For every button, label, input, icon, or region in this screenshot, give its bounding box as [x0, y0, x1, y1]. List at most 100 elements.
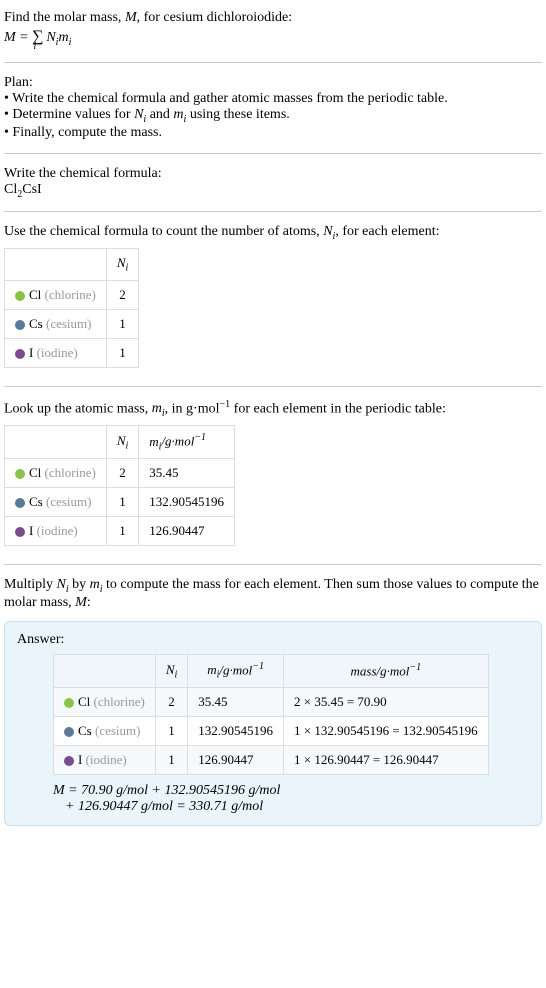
chemical-formula: Cl2CsI: [4, 182, 542, 200]
element-dot-icon: [64, 698, 74, 708]
table-row: I (iodine) 1 126.90447 1 × 126.90447 = 1…: [54, 745, 489, 774]
element-name: (iodine): [37, 345, 78, 360]
element-symbol: I: [29, 523, 33, 538]
mass-value: 1 × 132.90545196 = 132.90545196: [284, 716, 489, 745]
answer-box: Answer: Ni mi/g·mol−1 mass/g·mol−1 Cl (c…: [4, 621, 542, 826]
step2-title: Use the chemical formula to count the nu…: [4, 224, 542, 242]
table-header-empty: [5, 426, 107, 459]
element-symbol: Cl: [29, 465, 41, 480]
element-name: (iodine): [37, 523, 78, 538]
element-symbol: Cs: [29, 494, 43, 509]
m-value: 132.90545196: [139, 488, 235, 517]
element-dot-icon: [15, 320, 25, 330]
table-header-n: Ni: [155, 654, 187, 687]
step1-title: Write the chemical formula:: [4, 166, 542, 182]
step4-title: Multiply Ni by mi to compute the mass fo…: [4, 577, 542, 611]
element-symbol: Cs: [29, 316, 43, 331]
divider: [4, 386, 542, 387]
element-symbol: I: [29, 345, 33, 360]
answer-title: Answer:: [17, 632, 529, 648]
m-value: 35.45: [139, 459, 235, 488]
table-header-m: mi/g·mol−1: [139, 426, 235, 459]
element-cell: Cl (chlorine): [5, 459, 107, 488]
n-value: 2: [106, 280, 138, 309]
divider: [4, 153, 542, 154]
table-row: Cl (chlorine) 2 35.45 2 × 35.45 = 70.90: [54, 687, 489, 716]
table-header-m: mi/g·mol−1: [188, 654, 284, 687]
m-value: 132.90545196: [188, 716, 284, 745]
n-value: 2: [155, 687, 187, 716]
element-name: (chlorine): [45, 465, 96, 480]
intro-line1: Find the molar mass, M, for cesium dichl…: [4, 10, 542, 26]
plan-title: Plan:: [4, 75, 542, 91]
m-value: 35.45: [188, 687, 284, 716]
element-cell: Cs (cesium): [5, 488, 107, 517]
plan-item: • Finally, compute the mass.: [4, 125, 542, 141]
final-formula-line2: + 126.90447 g/mol = 330.71 g/mol: [65, 799, 529, 815]
element-cell: Cl (chlorine): [5, 280, 107, 309]
step4-section: Multiply Ni by mi to compute the mass fo…: [4, 573, 542, 615]
element-dot-icon: [15, 498, 25, 508]
n-value: 1: [106, 517, 138, 546]
m-value: 126.90447: [139, 517, 235, 546]
element-cell: Cl (chlorine): [54, 687, 156, 716]
table-row: I (iodine) 1 126.90447: [5, 517, 235, 546]
plan-section: Plan: • Write the chemical formula and g…: [4, 71, 542, 145]
table-header-mass: mass/g·mol−1: [284, 654, 489, 687]
answer-table: Ni mi/g·mol−1 mass/g·mol−1 Cl (chlorine)…: [53, 654, 489, 775]
element-dot-icon: [15, 291, 25, 301]
n-value: 1: [106, 309, 138, 338]
table-row: Cs (cesium) 1 132.90545196 1 × 132.90545…: [54, 716, 489, 745]
table-row: Cl (chlorine) 2 35.45: [5, 459, 235, 488]
element-cell: Cs (cesium): [5, 309, 107, 338]
step1-section: Write the chemical formula: Cl2CsI: [4, 162, 542, 204]
element-cell: I (iodine): [5, 338, 107, 367]
table-row: Cs (cesium) 1: [5, 309, 139, 338]
element-cell: I (iodine): [54, 745, 156, 774]
table-header-empty: [5, 249, 107, 281]
atomic-mass-table: Ni mi/g·mol−1 Cl (chlorine) 2 35.45 Cs (…: [4, 425, 235, 546]
plan-item: • Write the chemical formula and gather …: [4, 91, 542, 107]
element-name: (chlorine): [94, 694, 145, 709]
divider: [4, 62, 542, 63]
element-name: (cesium): [46, 316, 91, 331]
plan-item: • Determine values for Ni and mi using t…: [4, 107, 542, 125]
element-cell: Cs (cesium): [54, 716, 156, 745]
n-value: 1: [155, 716, 187, 745]
element-name: (iodine): [86, 752, 127, 767]
intro-formula: M = ∑iNimi: [4, 28, 542, 48]
n-value: 1: [155, 745, 187, 774]
element-dot-icon: [15, 349, 25, 359]
intro-section: Find the molar mass, M, for cesium dichl…: [4, 6, 542, 54]
element-symbol: Cl: [29, 287, 41, 302]
element-symbol: Cs: [78, 723, 92, 738]
element-dot-icon: [15, 527, 25, 537]
element-symbol: Cl: [78, 694, 90, 709]
table-header-row: Ni: [5, 249, 139, 281]
table-header-n: Ni: [106, 426, 138, 459]
n-value: 1: [106, 488, 138, 517]
table-row: Cl (chlorine) 2: [5, 280, 139, 309]
n-value: 1: [106, 338, 138, 367]
table-header-row: Ni mi/g·mol−1 mass/g·mol−1: [54, 654, 489, 687]
m-value: 126.90447: [188, 745, 284, 774]
atom-count-table: Ni Cl (chlorine) 2 Cs (cesium) 1 I (iodi…: [4, 248, 139, 368]
n-value: 2: [106, 459, 138, 488]
element-dot-icon: [64, 727, 74, 737]
mass-value: 1 × 126.90447 = 126.90447: [284, 745, 489, 774]
table-header-empty: [54, 654, 156, 687]
table-header-row: Ni mi/g·mol−1: [5, 426, 235, 459]
element-symbol: I: [78, 752, 82, 767]
table-header-n: Ni: [106, 249, 138, 281]
element-dot-icon: [64, 756, 74, 766]
divider: [4, 211, 542, 212]
element-dot-icon: [15, 469, 25, 479]
mass-value: 2 × 35.45 = 70.90: [284, 687, 489, 716]
table-row: Cs (cesium) 1 132.90545196: [5, 488, 235, 517]
element-cell: I (iodine): [5, 517, 107, 546]
final-formula-line1: M = 70.90 g/mol + 132.90545196 g/mol: [53, 783, 529, 799]
element-name: (cesium): [46, 494, 91, 509]
step3-section: Look up the atomic mass, mi, in g·mol−1 …: [4, 395, 542, 556]
table-row: I (iodine) 1: [5, 338, 139, 367]
element-name: (chlorine): [45, 287, 96, 302]
